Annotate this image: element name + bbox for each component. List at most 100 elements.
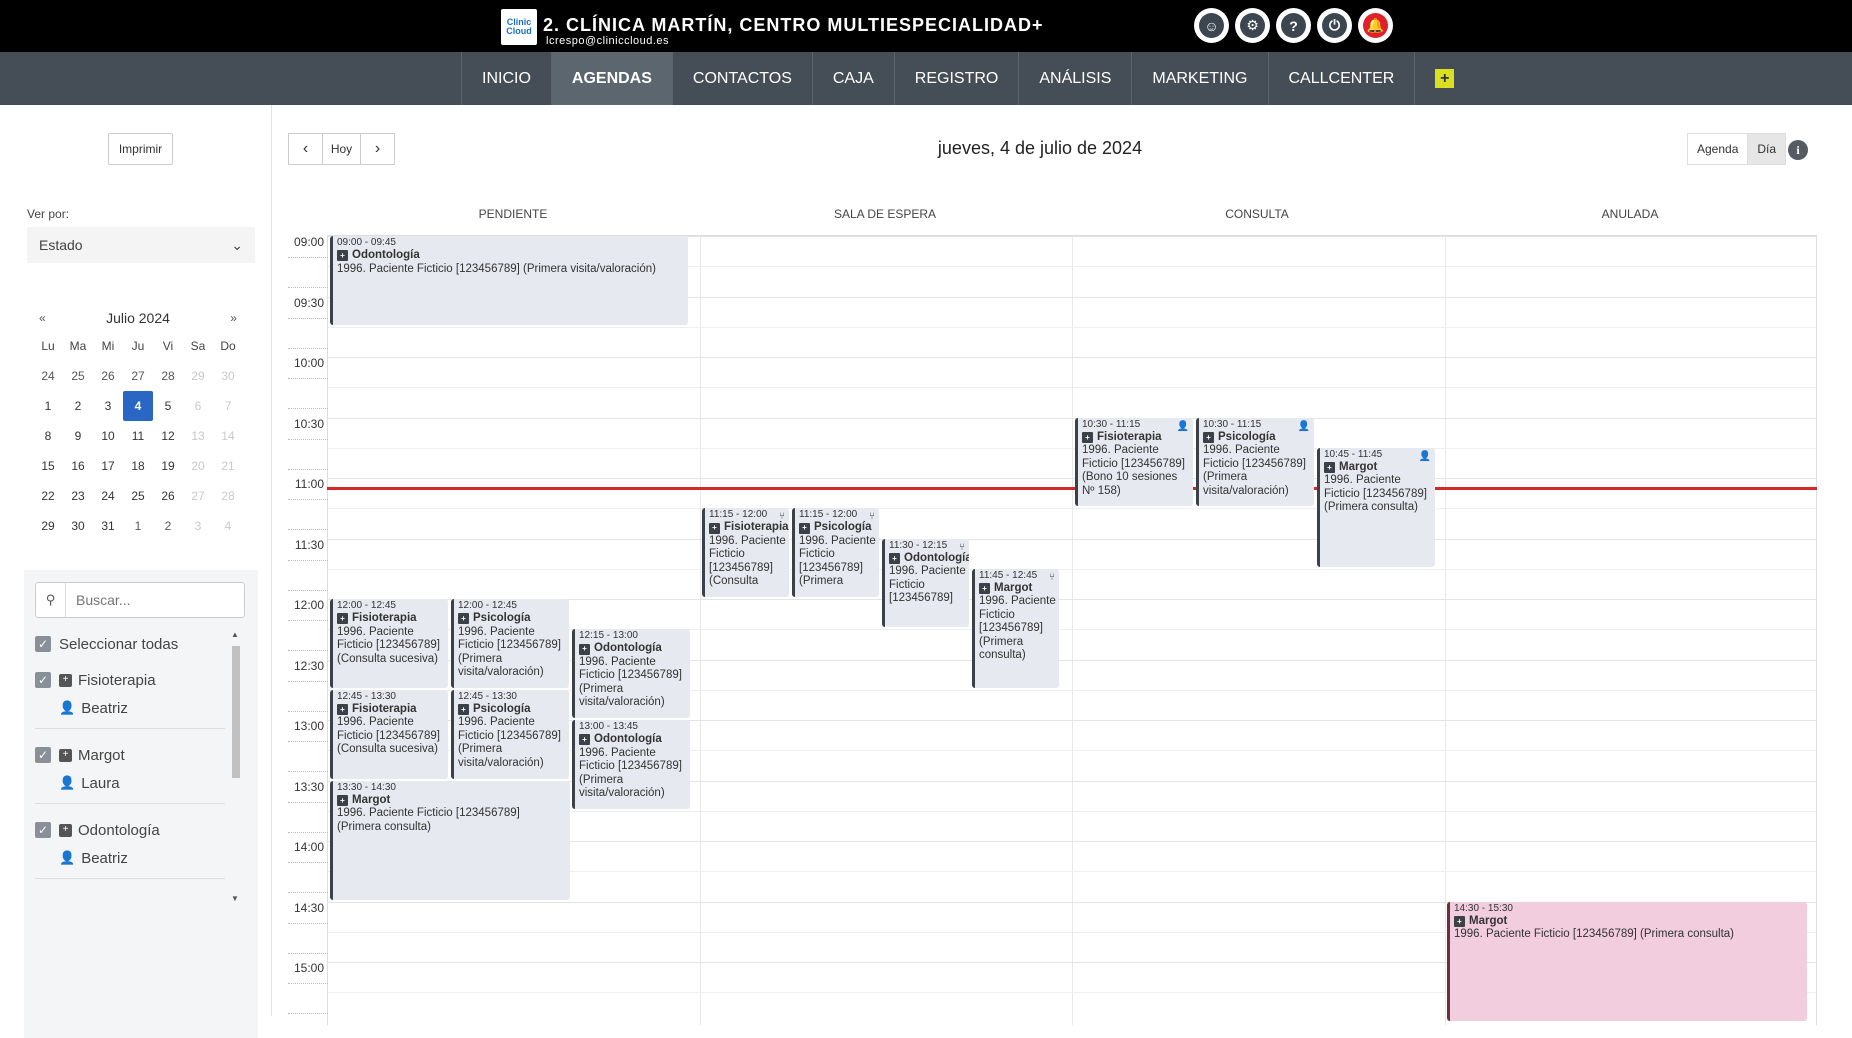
view-day-button[interactable]: Día [1748,133,1787,165]
appointment-card[interactable]: 11:15 - 12:00 + Fisioterapia 1996. Paciente… [702,508,789,597]
print-button[interactable]: Imprimir [108,133,173,165]
power-icon[interactable]: ⏻ [1317,8,1352,43]
ver-por-select[interactable]: Estado ⌄ [27,227,255,263]
calendar-day[interactable]: 30 [213,361,243,391]
calendar-day[interactable]: 13 [183,421,213,451]
calendar-day[interactable]: 17 [93,451,123,481]
calendar-day[interactable]: 21 [213,451,243,481]
scroll-thumb[interactable] [232,646,240,778]
calendar-day[interactable]: 31 [93,511,123,541]
calendar-day[interactable]: 14 [213,421,243,451]
calendar-day[interactable]: 1 [33,391,63,421]
appointment-card[interactable]: 12:45 - 13:30 + Psicología 1996. Paciente F… [451,689,569,779]
view-agenda-button[interactable]: Agenda [1687,133,1749,165]
next-day-button[interactable]: › [360,133,395,165]
calendar-day[interactable]: 24 [93,481,123,511]
appointment-card[interactable]: 12:15 - 13:00 + Odontología 1996. Paciente … [572,629,690,718]
calendar-day[interactable]: 26 [153,481,183,511]
calendar-day[interactable]: 8 [33,421,63,451]
appointment-card[interactable]: 12:45 - 13:30 + Fisioterapia 1996. Paciente… [330,689,448,779]
gear-icon[interactable]: ⚙ [1235,8,1270,43]
date-navigation: ‹ Hoy › [288,133,395,165]
nav-callcenter[interactable]: CALLCENTER [1267,52,1415,105]
calendar-day[interactable]: 28 [213,481,243,511]
help-icon[interactable]: ? [1276,8,1311,43]
calendar-day[interactable]: 3 [93,391,123,421]
nav-marketing[interactable]: MARKETING [1131,52,1267,105]
calendar-day[interactable]: 29 [33,511,63,541]
calendar-day[interactable]: 24 [33,361,63,391]
calendar-day[interactable]: 4 [213,511,243,541]
appointment-card[interactable]: 10:30 - 11:15 + Psicología 1996. Paciente F… [1196,417,1314,507]
clinic-logo[interactable]: Clinic Cloud [501,9,537,45]
scroll-down-icon[interactable]: ▼ [231,894,239,903]
appointment-service: + Psicología [458,703,566,717]
calendar-day[interactable]: 11 [123,421,153,451]
search-input[interactable] [66,583,236,617]
nav-analisis[interactable]: ANÁLISIS [1018,52,1131,105]
nav-contactos[interactable]: CONTACTOS [671,52,812,105]
calendar-day[interactable]: 25 [123,481,153,511]
calendar-day[interactable]: 26 [93,361,123,391]
nav-agendas[interactable]: AGENDAS [550,52,672,105]
next-month-button[interactable]: » [224,311,243,325]
appointment-card[interactable]: 12:00 - 12:45 + Psicología 1996. Paciente F… [451,599,569,688]
info-icon[interactable]: i [1788,140,1808,160]
calendar-day[interactable]: 4 [123,391,153,421]
time-label: 12:30 [293,658,324,673]
appointment-time: 12:15 - 13:00 [579,630,638,642]
calendar-day[interactable]: 3 [183,511,213,541]
filter-scrollbar[interactable]: ▲ ▼ [230,630,242,910]
appointment-card[interactable]: 10:45 - 11:45 + Margot 1996. Paciente Ficti… [1317,447,1435,567]
appointment-card[interactable]: 09:00 - 09:45 + Odontología 1996. Paciente … [330,236,688,325]
support-icon[interactable]: ☺ [1194,8,1229,43]
chair-icon: ⑂ [779,511,785,523]
calendar-day[interactable]: 20 [183,451,213,481]
calendar-day[interactable]: 27 [183,481,213,511]
appointment-card[interactable]: 14:30 - 15:30 + Margot 1996. Paciente Ficti… [1447,901,1807,1021]
calendar-day[interactable]: 2 [63,391,93,421]
appointment-card[interactable]: 13:00 - 13:45 + Odontología 1996. Paciente … [572,720,690,809]
filter-service-odontologia[interactable]: ✓ + Odontología [35,816,235,844]
calendar-day[interactable]: 28 [153,361,183,391]
nav-caja[interactable]: CAJA [811,52,894,105]
today-button[interactable]: Hoy [323,133,360,165]
bell-alert-icon[interactable]: 🔔 [1358,8,1393,43]
appointment-card[interactable]: 11:15 - 12:00 + Psicología 1996. Paciente F… [792,508,879,597]
nav-add-button[interactable]: + [1414,52,1474,105]
nav-inicio[interactable]: INICIO [461,52,551,105]
calendar-day[interactable]: 7 [213,391,243,421]
appointment-card[interactable]: 10:30 - 11:15 + Fisioterapia 1996. Paciente… [1075,417,1193,507]
calendar-day[interactable]: 15 [33,451,63,481]
calendar-day[interactable]: 19 [153,451,183,481]
filter-service-margot[interactable]: ✓ + Margot [35,741,235,769]
calendar-day[interactable]: 25 [63,361,93,391]
calendar-day[interactable]: 9 [63,421,93,451]
calendar-day[interactable]: 23 [63,481,93,511]
calendar-day[interactable]: 30 [63,511,93,541]
prev-day-button[interactable]: ‹ [288,133,323,165]
calendar-day[interactable]: 2 [153,511,183,541]
calendar-day[interactable]: 16 [63,451,93,481]
nav-registro[interactable]: REGISTRO [893,52,1019,105]
appointment-card[interactable]: 11:30 - 12:15 + Odontología 1996. Paciente … [882,538,969,628]
filter-service-fisioterapia[interactable]: ✓ + Fisioterapia [35,666,235,694]
calendar-day[interactable]: 18 [123,451,153,481]
calendar-day[interactable]: 1 [123,511,153,541]
appointment-card[interactable]: 12:00 - 12:45 + Fisioterapia 1996. Paciente… [330,599,448,688]
calendar-day[interactable]: 10 [93,421,123,451]
select-all-checkbox[interactable]: ✓ Seleccionar todas [35,630,235,658]
calendar-day[interactable]: 27 [123,361,153,391]
calendar-day[interactable]: 12 [153,421,183,451]
appointment-card[interactable]: 11:45 - 12:45 + Margot 1996. Paciente Ficti… [972,568,1059,688]
clinic-name[interactable]: 2. CLÍNICA MARTÍN, CENTRO MULTIESPECIALI… [543,15,1044,36]
medical-icon: + [579,643,590,655]
search-field[interactable]: ⚲ [35,582,245,618]
scroll-up-icon[interactable]: ▲ [231,630,239,639]
calendar-day[interactable]: 29 [183,361,213,391]
calendar-day[interactable]: 6 [183,391,213,421]
calendar-day[interactable]: 5 [153,391,183,421]
appointment-card[interactable]: 13:30 - 14:30 + Margot 1996. Paciente Ficti… [330,780,570,900]
prev-month-button[interactable]: « [33,311,52,325]
calendar-day[interactable]: 22 [33,481,63,511]
